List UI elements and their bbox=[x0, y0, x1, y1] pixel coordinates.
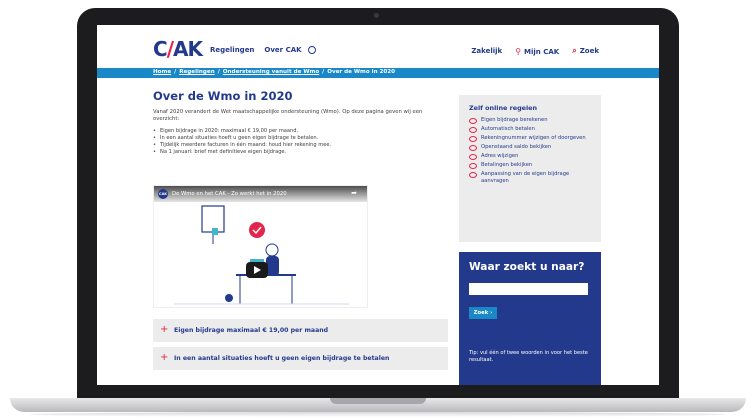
nav-mijn-cak-label: Mijn CAK bbox=[524, 47, 560, 56]
circle-arrow-icon bbox=[469, 162, 477, 169]
circle-arrow-icon bbox=[469, 144, 477, 151]
summary-item: Na 1 januari: brief met definitieve eige… bbox=[153, 149, 448, 156]
search-button-label: Zoek bbox=[473, 309, 489, 316]
breadcrumb-separator: / bbox=[217, 69, 220, 75]
laptop-base-notch bbox=[330, 398, 426, 404]
self-service-label: Openstaand saldo bekijken bbox=[481, 144, 552, 150]
channel-avatar[interactable]: CAK bbox=[158, 189, 168, 199]
main-content: Over de Wmo in 2020 Vanaf 2020 verandert… bbox=[153, 89, 448, 157]
intro-text: Vanaf 2020 verandert de Wet maatschappel… bbox=[153, 109, 423, 123]
video-illustration bbox=[174, 205, 349, 305]
self-service-link[interactable]: Rekeningnummer wijzigen of doorgeven bbox=[469, 135, 591, 142]
site-header: C/AK Regelingen Over CAK Zakelijk ⚲ Mijn … bbox=[97, 25, 659, 69]
search-icon: ⌕ bbox=[572, 46, 577, 55]
utility-nav: Zakelijk ⚲ Mijn CAK ⌕ Zoek bbox=[471, 46, 599, 56]
self-service-list: Eigen bijdrage berekenen Automatisch bet… bbox=[469, 117, 591, 185]
breadcrumb: Home / Regelingen / Ondersteuning vanuit de … bbox=[153, 69, 395, 75]
breadcrumb-ondersteuning[interactable]: Ondersteuning vanuit de Wmo bbox=[223, 69, 319, 75]
self-service-label: Betalingen bekijken bbox=[481, 162, 533, 168]
video-title[interactable]: De Wmo en het CAK - Zo werkt het in 2020 bbox=[172, 191, 287, 197]
self-service-label: Automatisch betalen bbox=[481, 126, 535, 132]
plus-icon: + bbox=[160, 324, 169, 335]
self-service-label: Adres wijzigen bbox=[481, 153, 519, 159]
breadcrumb-separator: / bbox=[174, 69, 177, 75]
circle-arrow-icon bbox=[469, 117, 477, 124]
search-panel: Waar zoekt u naar? Zoek › Tip: vul één o… bbox=[459, 252, 601, 385]
circle-arrow-icon bbox=[469, 153, 477, 160]
search-tip: Tip: vul één of twee woorden in voor het… bbox=[469, 350, 588, 363]
laptop-shadow bbox=[30, 412, 726, 417]
nav-zoek[interactable]: ⌕ Zoek bbox=[572, 46, 599, 56]
self-service-link[interactable]: Eigen bijdrage berekenen bbox=[469, 117, 591, 124]
summary-list: Eigen bijdrage in 2020: maximaal € 19,00… bbox=[153, 128, 448, 157]
self-service-panel: Zelf online regelen Eigen bijdrage berek… bbox=[459, 95, 601, 242]
breadcrumb-bar: Home / Regelingen / Ondersteuning vanuit de … bbox=[97, 68, 659, 78]
self-service-link[interactable]: Adres wijzigen bbox=[469, 153, 591, 160]
laptop-screen: C/AK Regelingen Over CAK Zakelijk ⚲ Mijn … bbox=[97, 25, 659, 385]
search-input[interactable] bbox=[469, 283, 588, 295]
self-service-label: Rekeningnummer wijzigen of doorgeven bbox=[481, 135, 586, 141]
breadcrumb-current: Over de Wmo in 2020 bbox=[327, 69, 396, 75]
circle-arrow-icon bbox=[469, 126, 477, 133]
accordion-label: Eigen bijdrage maximaal € 19,00 per maan… bbox=[174, 327, 329, 334]
page-title: Over de Wmo in 2020 bbox=[153, 89, 293, 103]
breadcrumb-separator: / bbox=[322, 69, 325, 75]
share-icon[interactable]: ➦ bbox=[351, 189, 357, 197]
nav-zakelijk[interactable]: Zakelijk bbox=[471, 47, 502, 55]
search-title: Waar zoekt u naar? bbox=[469, 261, 585, 273]
laptop-mockup: C/AK Regelingen Over CAK Zakelijk ⚲ Mijn … bbox=[0, 0, 756, 418]
cak-logo[interactable]: C/AK bbox=[153, 37, 203, 61]
breadcrumb-home[interactable]: Home bbox=[153, 69, 171, 75]
main-nav: Regelingen Over CAK bbox=[210, 46, 316, 54]
self-service-label: Aanpassing van de eigen bijdrage aanvrag… bbox=[481, 171, 570, 184]
play-button[interactable] bbox=[246, 262, 268, 278]
video-player[interactable]: CAK De Wmo en het CAK - Zo werkt het in … bbox=[153, 185, 368, 308]
breadcrumb-regelingen[interactable]: Regelingen bbox=[179, 69, 215, 75]
nav-over-cak[interactable]: Over CAK bbox=[264, 46, 301, 54]
self-service-title: Zelf online regelen bbox=[469, 104, 538, 112]
chevron-right-icon: › bbox=[490, 309, 493, 316]
nav-regelingen[interactable]: Regelingen bbox=[210, 46, 254, 54]
summary-item: Tijdelijk meerdere facturen in één maand… bbox=[153, 142, 448, 149]
laptop-camera bbox=[374, 13, 379, 18]
circle-arrow-icon bbox=[469, 171, 477, 178]
self-service-label: Eigen bijdrage berekenen bbox=[481, 117, 548, 123]
nav-mijn-cak[interactable]: ⚲ Mijn CAK bbox=[515, 47, 559, 56]
self-service-link[interactable]: Aanpassing van de eigen bijdrage aanvrag… bbox=[469, 171, 591, 185]
search-button[interactable]: Zoek › bbox=[469, 306, 497, 319]
accordion-item[interactable]: + Eigen bijdrage maximaal € 19,00 per ma… bbox=[153, 319, 448, 342]
accordion-label: In een aantal situaties hoeft u geen eig… bbox=[174, 355, 390, 362]
circle-arrow-icon bbox=[469, 135, 477, 142]
settings-icon[interactable] bbox=[307, 46, 316, 54]
self-service-link[interactable]: Betalingen bekijken bbox=[469, 162, 591, 169]
summary-item: Eigen bijdrage in 2020: maximaal € 19,00… bbox=[153, 128, 448, 135]
self-service-link[interactable]: Openstaand saldo bekijken bbox=[469, 144, 591, 151]
nav-zoek-label: Zoek bbox=[579, 47, 599, 55]
accordion-item[interactable]: + In een aantal situaties hoeft u geen e… bbox=[153, 347, 448, 370]
user-icon: ⚲ bbox=[515, 46, 522, 56]
plus-icon: + bbox=[160, 352, 169, 363]
self-service-link[interactable]: Automatisch betalen bbox=[469, 126, 591, 133]
